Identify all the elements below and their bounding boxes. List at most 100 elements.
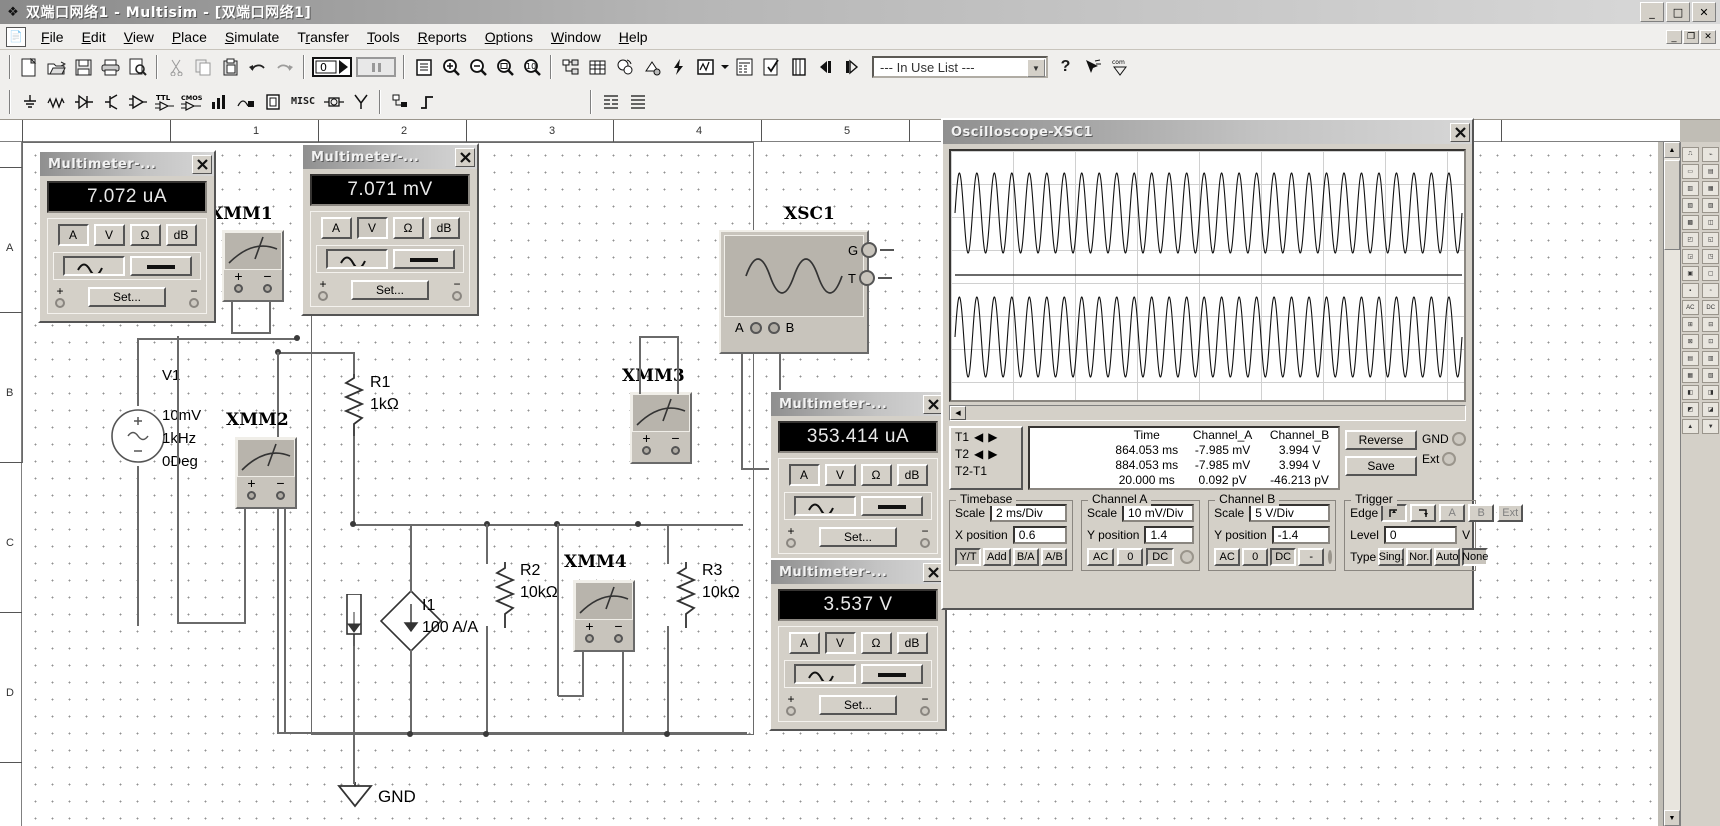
multimeter-2-set-button[interactable]: Set... xyxy=(351,280,429,300)
trigger-type-auto[interactable]: Auto xyxy=(1434,548,1460,566)
xmm2-jack-plus[interactable] xyxy=(247,491,256,500)
dc-line-icon[interactable] xyxy=(861,664,923,684)
trigger-source-ext[interactable]: Ext xyxy=(1497,504,1523,522)
copy-icon[interactable] xyxy=(190,54,217,80)
bus-icon[interactable] xyxy=(386,89,413,115)
channel-b-yposition-input[interactable]: -1.4 xyxy=(1272,526,1331,544)
ext-terminal-icon[interactable] xyxy=(1442,452,1456,466)
xmm2-symbol[interactable]: + − xyxy=(235,437,297,509)
analysis-dropdown-icon[interactable] xyxy=(719,54,731,80)
multimeter-4-mode-current[interactable]: A xyxy=(789,632,820,654)
gnd-terminal-icon[interactable] xyxy=(1452,432,1466,446)
pause-simulation-icon[interactable] xyxy=(354,54,398,80)
menu-item-help[interactable]: Help xyxy=(610,26,657,48)
zoom-in-icon[interactable] xyxy=(437,54,464,80)
mixed-icon[interactable] xyxy=(232,89,259,115)
xsc1-jack-b[interactable] xyxy=(768,322,780,334)
indicator-icon[interactable] xyxy=(259,89,286,115)
menu-item-transfer[interactable]: Transfer xyxy=(288,26,358,48)
xsc1-jack-a[interactable] xyxy=(750,322,762,334)
component-palette-rail[interactable]: ⎍⌁ ▭▤ ▥▦ ▧▨ ▩◫ ◰◱ ◲◳ ▣▢ ▪▫ ACDC ⊞⊟ ⊠⊡ ▤▥… xyxy=(1680,142,1720,826)
close-icon[interactable] xyxy=(455,148,475,167)
multimeter-window-2[interactable]: Multimeter-... 7.071 mV A V Ω dB xyxy=(301,143,479,316)
multimeter-3-mode-current[interactable]: A xyxy=(789,464,820,486)
cursor-t2-right-icon[interactable]: ▶ xyxy=(988,447,997,461)
multimeter-3-titlebar[interactable]: Multimeter-... xyxy=(771,392,945,416)
palette-cell[interactable]: ▥ xyxy=(1682,181,1699,196)
palette-cell[interactable]: ◱ xyxy=(1702,232,1719,247)
multimeter-3-minus-terminal[interactable]: − xyxy=(920,526,930,548)
palette-cell[interactable]: ⌁ xyxy=(1702,147,1719,162)
palette-cell[interactable]: ▤ xyxy=(1682,351,1699,366)
oscilloscope-screen[interactable] xyxy=(949,149,1466,402)
source-icon[interactable] xyxy=(16,89,43,115)
palette-cell[interactable]: ⊞ xyxy=(1682,317,1699,332)
cut-icon[interactable] xyxy=(163,54,190,80)
palette-cell[interactable]: ▢ xyxy=(1702,266,1719,281)
ac-sine-icon[interactable] xyxy=(326,249,388,269)
channel-b-scale-input[interactable]: 5 V/Div xyxy=(1249,504,1330,522)
multimeter-4-mode-resistance[interactable]: Ω xyxy=(861,632,892,654)
dc-line-icon[interactable] xyxy=(393,249,455,269)
hierarchy-icon[interactable] xyxy=(557,54,584,80)
timebase-xposition-input[interactable]: 0.6 xyxy=(1013,526,1067,544)
misc-digital-icon[interactable] xyxy=(205,89,232,115)
zoom-out-icon[interactable] xyxy=(464,54,491,80)
close-button[interactable]: ✕ xyxy=(1692,2,1716,22)
run-simulation-icon[interactable]: 0 xyxy=(310,54,354,80)
channel-b-invert-button[interactable]: - xyxy=(1298,548,1324,566)
timebase-mode-yt[interactable]: Y/T xyxy=(955,548,981,566)
palette-cell[interactable]: ⊡ xyxy=(1702,334,1719,349)
multimeter-3-plus-terminal[interactable]: + xyxy=(786,526,796,548)
multimeter-2-titlebar[interactable]: Multimeter-... xyxy=(303,145,477,169)
menu-item-simulate[interactable]: Simulate xyxy=(216,26,288,48)
diode-icon[interactable] xyxy=(70,89,97,115)
maximize-button[interactable]: □ xyxy=(1666,2,1690,22)
trigger-type-none[interactable]: None xyxy=(1462,548,1488,566)
channel-b-coupling-dc[interactable]: DC xyxy=(1270,548,1296,566)
channel-b-coupling-gnd[interactable]: 0 xyxy=(1242,548,1268,566)
palette-cell[interactable]: ◲ xyxy=(1682,249,1699,264)
xmm4-jack-plus[interactable] xyxy=(585,634,594,643)
check-icon[interactable] xyxy=(758,54,785,80)
xsc1-symbol[interactable]: A B xyxy=(719,230,869,354)
xmm3-jack-plus[interactable] xyxy=(642,446,651,455)
cursor-t1-left-icon[interactable]: ◀ xyxy=(974,430,983,444)
cmos-icon[interactable]: CMOS xyxy=(178,89,205,115)
palette-cell[interactable]: ▨ xyxy=(1702,198,1719,213)
palette-cell[interactable]: ▦ xyxy=(1702,181,1719,196)
vertical-scrollbar[interactable]: ▲ ▼ xyxy=(1663,142,1680,826)
lines-icon[interactable] xyxy=(624,89,651,115)
transistor-icon[interactable] xyxy=(97,89,124,115)
power-icon[interactable] xyxy=(665,54,692,80)
trigger-type-normal[interactable]: Nor. xyxy=(1406,548,1432,566)
menu-item-view[interactable]: View xyxy=(115,26,163,48)
schematic-icon[interactable] xyxy=(410,54,437,80)
multimeter-window-3[interactable]: Multimeter-... 353.414 uA A V Ω dB xyxy=(769,390,947,563)
palette-cell[interactable]: ◫ xyxy=(1702,215,1719,230)
xmm4-jack-minus[interactable] xyxy=(614,634,623,643)
palette-cell[interactable]: AC xyxy=(1682,300,1699,315)
ac-sine-icon[interactable] xyxy=(794,496,856,516)
function-icon[interactable] xyxy=(413,89,440,115)
menu-item-place[interactable]: Place xyxy=(163,26,216,48)
palette-cell[interactable]: ◰ xyxy=(1682,232,1699,247)
palette-cell[interactable]: ▣ xyxy=(1682,266,1699,281)
multimeter-3-minus-jack[interactable] xyxy=(920,538,930,548)
channel-a-yposition-input[interactable]: 1.4 xyxy=(1144,526,1194,544)
palette-cell[interactable]: ▫ xyxy=(1702,283,1719,298)
color-icon[interactable] xyxy=(638,54,665,80)
multimeter-1-mode-voltage[interactable]: V xyxy=(94,224,125,246)
multimeter-window-4[interactable]: Multimeter-... 3.537 V A V Ω dB xyxy=(769,558,947,731)
channel-a-knob-icon[interactable] xyxy=(1180,550,1194,564)
rising-edge-icon[interactable] xyxy=(1381,504,1407,522)
multimeter-1-mode-resistance[interactable]: Ω xyxy=(130,224,161,246)
channel-a-scale-input[interactable]: 10 mV/Div xyxy=(1122,504,1194,522)
xmm1-jack-plus[interactable] xyxy=(234,284,243,293)
mdi-close-button[interactable]: ✕ xyxy=(1700,30,1716,44)
xmm1-symbol[interactable]: + − xyxy=(222,230,284,302)
multimeter-1-titlebar[interactable]: Multimeter-... xyxy=(40,152,214,176)
xsc1-jack-g[interactable] xyxy=(861,242,877,258)
postprocessor-icon[interactable] xyxy=(731,54,758,80)
menu-item-options[interactable]: Options xyxy=(476,26,542,48)
